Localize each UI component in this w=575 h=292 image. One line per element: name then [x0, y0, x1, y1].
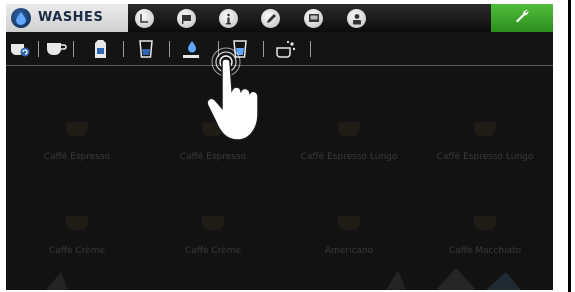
- mode-label: WASHES: [38, 10, 104, 25]
- beverage-label: Caffè Crème: [184, 246, 242, 256]
- user-icon[interactable]: [347, 9, 366, 28]
- beverage-tile[interactable]: Caffè Espresso: [12, 88, 142, 178]
- flag-icon[interactable]: [177, 9, 196, 28]
- beverage-tile[interactable]: Caffè Macchiato: [420, 182, 550, 272]
- cup-icon: [338, 122, 360, 136]
- beverage-label: Caffè Espresso Lungo: [436, 152, 534, 162]
- info-icon[interactable]: [219, 9, 238, 28]
- water-drop-icon: [11, 8, 31, 28]
- cup-refresh-icon[interactable]: [8, 38, 32, 60]
- timer-icon[interactable]: [135, 9, 154, 28]
- pointing-hand-icon: [206, 47, 259, 141]
- display-icon[interactable]: [304, 9, 323, 28]
- tool-row: [6, 33, 553, 66]
- beverage-tile[interactable]: Caffè Espresso Lungo: [420, 88, 550, 178]
- beverage-tile[interactable]: Caffè Espresso Lungo: [284, 88, 414, 178]
- beverage-label: Caffè Espresso: [43, 152, 111, 162]
- cup-icon: [202, 216, 224, 230]
- wrench-icon: [514, 8, 530, 28]
- frame-edge: [568, 0, 571, 292]
- beverage-label: Caffè Espresso: [179, 152, 247, 162]
- beverage-label: Caffè Crème: [48, 246, 106, 256]
- glass-icon[interactable]: [134, 38, 158, 60]
- pencil-icon[interactable]: [261, 9, 280, 28]
- cup-icon: [474, 122, 496, 136]
- beverage-tile[interactable]: Caffè Crème: [12, 182, 142, 272]
- milk-carton-icon[interactable]: [88, 38, 112, 60]
- beverage-tile[interactable]: Caffè Crème: [148, 182, 278, 272]
- cup-icon: [66, 216, 88, 230]
- top-bar: WASHES: [6, 4, 553, 32]
- cup-icon: [474, 216, 496, 230]
- beverage-tile[interactable]: Americano: [284, 182, 414, 272]
- beverage-label: Caffè Macchiato: [448, 246, 522, 256]
- machine-screen: WASHES Caffè Espresso Caffè Espresso Caf…: [6, 4, 553, 290]
- mode-indicator[interactable]: WASHES: [6, 4, 128, 32]
- partial-row-shapes: [46, 268, 521, 290]
- cup-icon: [338, 216, 360, 230]
- cup-icon: [66, 122, 88, 136]
- beverage-label: Caffè Espresso Lungo: [300, 152, 398, 162]
- settings-button[interactable]: [491, 4, 553, 32]
- beverage-label: Americano: [324, 246, 374, 256]
- cup-icon[interactable]: [44, 38, 68, 60]
